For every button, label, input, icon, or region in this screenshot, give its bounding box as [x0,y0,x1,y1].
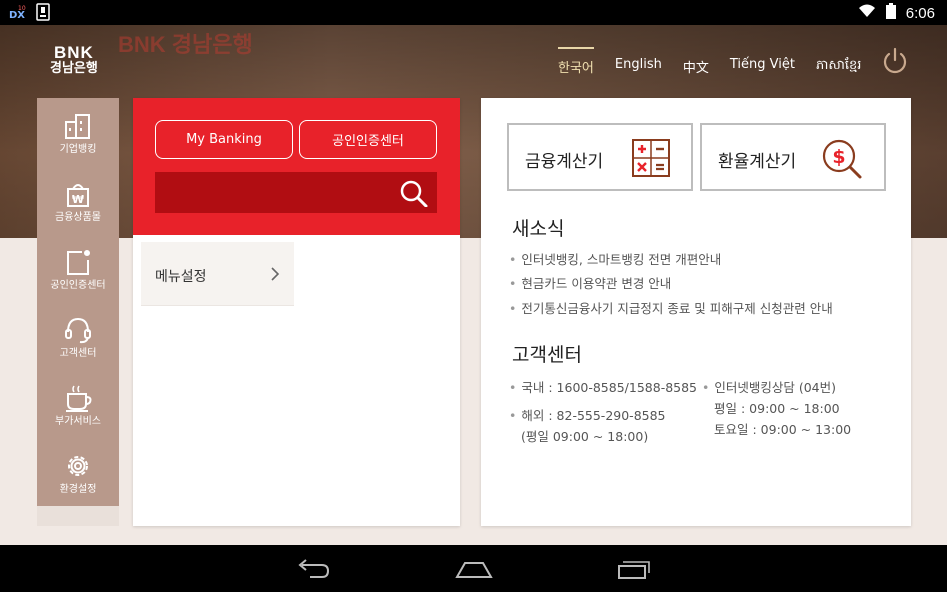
main-menu-header: My Banking 공인인증센터 [133,98,460,235]
clock: 6:06 [905,4,935,22]
sidebar-item-label: 부가서비스 [55,416,101,427]
home-icon[interactable] [455,557,493,585]
cert-center-button[interactable]: 공인인증센터 [299,120,437,159]
cs-overseas-hours: (평일 09:00 ~ 18:00) [521,429,649,444]
sidebar: 기업뱅킹 ₩ 금융상품몰 공인인증센터 고객센터 부가서비스 환경설정 [37,98,119,506]
customer-center-title: 고객센터 [512,344,582,366]
chevron-right-icon [270,266,280,286]
cs-right-column: 인터넷뱅킹상담 (04번) 평일 : 09:00 ~ 18:00 토요일 : 0… [702,377,851,440]
lang-khmer[interactable]: ភាសាខ្មែរ [816,57,861,78]
sidebar-item-extra-services[interactable]: 부가서비스 [37,370,119,438]
news-title: 새소식 [512,218,565,240]
cs-domestic-phone[interactable]: 국내 : 1600-8585/1588-8585 [509,377,697,398]
search-icon[interactable] [399,179,429,211]
lang-korean[interactable]: 한국어 [558,47,594,78]
wifi-icon [858,4,876,22]
won-bag-icon: ₩ [67,184,89,207]
logo-text: BNK [54,43,94,62]
status-bar: DX 10 6:06 [0,0,947,25]
sidebar-item-label: 기업뱅킹 [59,144,97,155]
sidebar-item-customer-center[interactable]: 고객센터 [37,302,119,370]
sidebar-item-corporate-banking[interactable]: 기업뱅킹 [37,98,119,166]
coffee-cup-icon [66,385,92,412]
news-item[interactable]: 현금카드 이용약관 변경 안내 [509,273,671,292]
sidebar-item-settings[interactable]: 환경설정 [37,438,119,506]
lang-chinese[interactable]: 中文 [683,57,709,78]
cs-left-column: 국내 : 1600-8585/1588-8585 해외 : 82-555-290… [509,377,697,447]
battery-icon [885,3,896,23]
menu-settings-label: 메뉴설정 [155,269,207,285]
cs-weekday-hours: 평일 : 09:00 ~ 18:00 [714,401,840,416]
sidebar-item-financial-mall[interactable]: ₩ 금융상품몰 [37,166,119,234]
calculator-icon [631,138,671,182]
exchange-calculator-label: 환율계산기 [718,152,797,172]
bnk-logo[interactable]: BNK 경남은행 [50,44,98,77]
certificate-icon [67,250,90,275]
finance-calculator-label: 금융계산기 [525,152,604,172]
search-input[interactable] [155,172,437,213]
sidebar-item-certificate-center[interactable]: 공인인증센터 [37,234,119,302]
sidebar-item-label: 환경설정 [59,484,97,495]
logo-subtext: 경남은행 [50,61,98,76]
headset-icon [65,317,91,344]
cs-internet-banking: 인터넷뱅킹상담 (04번) [702,377,851,398]
gear-icon [68,456,88,476]
my-banking-button[interactable]: My Banking [155,120,293,159]
lang-english[interactable]: English [615,57,662,78]
lang-vietnamese[interactable]: Tiếng Việt [730,57,795,78]
news-item[interactable]: 전기통신금융사기 지급정지 종료 및 피해구제 신청관련 안내 [509,298,832,317]
info-panel: 금융계산기 환율계산기 $ 새소식 인터넷뱅킹, 스마트뱅킹 전면 개편안내 현… [481,98,911,526]
sidebar-footer [37,506,119,526]
menu-settings-item[interactable]: 메뉴설정 [141,242,294,306]
back-icon[interactable] [296,557,332,585]
finance-calculator-button[interactable]: 금융계산기 [507,123,693,191]
sidebar-item-label: 공인인증센터 [50,280,106,291]
dx-app-icon: DX 10 [8,3,26,25]
exchange-calculator-button[interactable]: 환율계산기 $ [700,123,886,191]
cs-saturday-hours: 토요일 : 09:00 ~ 13:00 [714,422,852,437]
news-item[interactable]: 인터넷뱅킹, 스마트뱅킹 전면 개편안내 [509,249,721,268]
cs-overseas-phone[interactable]: 해외 : 82-555-290-8585 [509,405,697,426]
navigation-bar [0,545,947,592]
svg-text:10: 10 [18,5,26,12]
building-icon [65,114,90,139]
download-icon [36,3,50,25]
recent-apps-icon[interactable] [617,557,651,585]
language-selector: 한국어 English 中文 Tiếng Việt ភាសាខ្មែរ [558,47,861,78]
svg-text:$: $ [832,146,845,168]
dollar-magnifier-icon: $ [820,138,864,184]
power-icon[interactable] [880,46,910,76]
main-menu-panel: My Banking 공인인증센터 메뉴설정 [133,98,460,526]
svg-text:₩: ₩ [72,193,84,206]
header-watermark: BNK 경남은행 [118,32,253,57]
sidebar-item-label: 고객센터 [59,348,97,359]
sidebar-item-label: 금융상품몰 [55,212,101,223]
